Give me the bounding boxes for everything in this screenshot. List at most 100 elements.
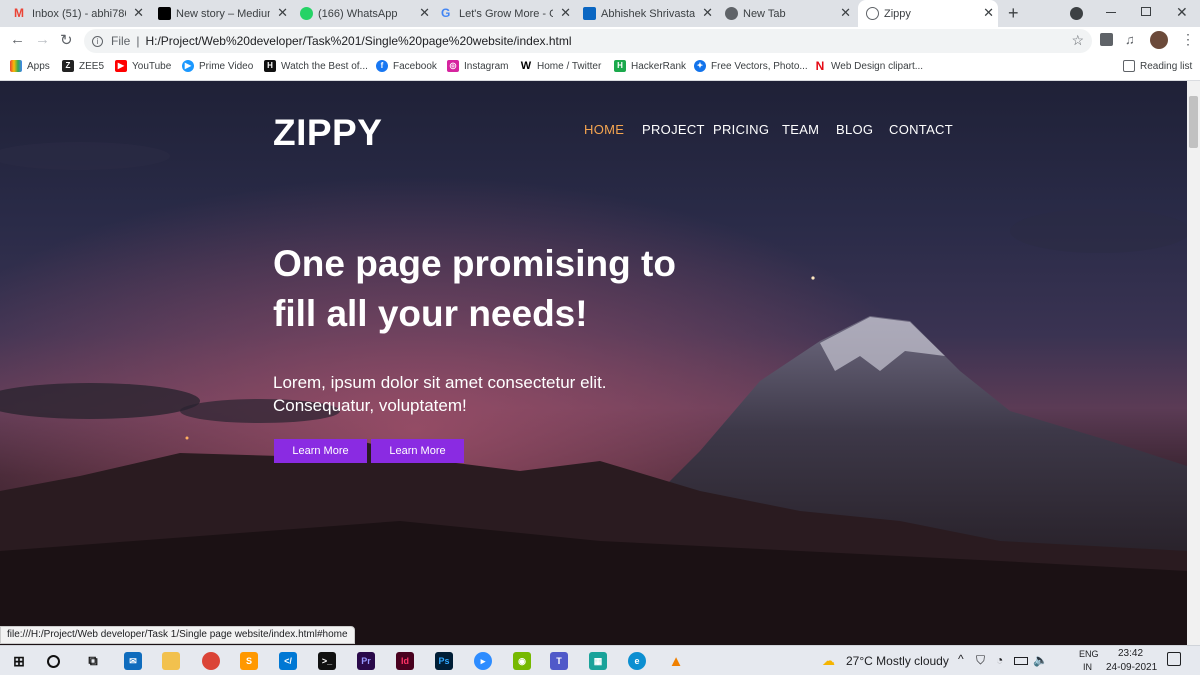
tab-medium[interactable]: New story – Medium ✕ — [158, 0, 292, 27]
bookmark-label: Prime Video — [199, 60, 254, 72]
photoshop-icon[interactable]: Ps — [435, 652, 453, 670]
bookmark-facebook[interactable]: f Facebook — [376, 60, 437, 72]
close-icon[interactable]: ✕ — [419, 5, 430, 21]
language-bottom[interactable]: IN — [1083, 662, 1092, 672]
hero-line-2: fill all your needs! — [273, 293, 588, 334]
whatsapp-icon — [300, 7, 313, 20]
back-icon[interactable]: ← — [10, 31, 25, 48]
nav-home[interactable]: HOME — [584, 122, 624, 137]
tray-app-icon[interactable]: ⛉ — [976, 653, 985, 668]
close-icon[interactable]: ✕ — [560, 5, 571, 21]
chrome-icon — [725, 7, 738, 20]
tab-gmail[interactable]: M Inbox (51) - abhi786.2 ✕ — [14, 0, 148, 27]
menu-icon[interactable]: ⋮ — [1181, 31, 1195, 48]
new-tab-icon[interactable]: + — [1008, 3, 1019, 24]
bookmark-prime-video[interactable]: ▶ Prime Video — [182, 60, 253, 72]
tab-label: New story – Medium — [176, 7, 270, 20]
bookmark-hackerrank[interactable]: H HackerRank — [614, 60, 686, 72]
hero-line-1: One page promising to — [273, 243, 676, 284]
sublime-text-icon[interactable]: S — [240, 652, 258, 670]
bookmark-star-icon[interactable]: ☆ — [1071, 32, 1084, 49]
bookmark-twitter[interactable]: W Home / Twitter — [520, 60, 601, 72]
clock-date[interactable]: 24-09-2021 — [1106, 662, 1157, 673]
window-close-icon[interactable]: ✕ — [1176, 4, 1188, 21]
bookmark-instagram[interactable]: ◎ Instagram — [447, 60, 508, 72]
close-icon[interactable]: ✕ — [702, 5, 713, 21]
bookmark-youtube[interactable]: ▶ YouTube — [115, 60, 171, 72]
tab-label: (166) WhatsApp — [318, 7, 398, 20]
bookmarks-bar: Apps Z ZEE5 ▶ YouTube ▶ Prime Video H Watch … — [0, 55, 1200, 81]
bookmark-watch[interactable]: H Watch the Best of... — [264, 60, 368, 72]
language-top[interactable]: ENG — [1079, 649, 1099, 659]
hero-heading: One page promising to fill all your need… — [273, 239, 733, 339]
nav-project[interactable]: PROJECT — [642, 122, 705, 137]
vlc-icon[interactable]: ▲ — [667, 652, 685, 670]
windows-taskbar: ⊞ ⧉ ✉ S </ >_ Pr Id Ps ▸ ◉ T ▦ e ▲ ☁ 27°… — [0, 645, 1200, 675]
terminal-icon[interactable]: >_ — [318, 652, 336, 670]
tab-letsgrowmore[interactable]: G Let's Grow More - Go ✕ — [441, 0, 575, 27]
tab-linkedin[interactable]: Abhishek Shrivastav | ✕ — [583, 0, 717, 27]
subtitle-line-2: Consequatur, voluptatem! — [273, 396, 467, 415]
reload-icon[interactable]: ↻ — [60, 31, 73, 49]
tab-zippy[interactable]: Zippy ✕ — [858, 0, 998, 27]
close-icon[interactable]: ✕ — [133, 5, 144, 21]
address-bar[interactable]: i File | H:/Project/Web%20developer/Task… — [84, 29, 1092, 53]
tray-chevron-icon[interactable]: ^ — [958, 652, 964, 666]
teams-icon[interactable]: T — [550, 652, 568, 670]
page-scrollbar[interactable] — [1187, 81, 1200, 645]
tab-label: Abhishek Shrivastav | — [601, 7, 695, 20]
file-explorer-icon[interactable] — [162, 652, 180, 670]
zoom-icon[interactable]: ▸ — [474, 652, 492, 670]
forward-icon[interactable]: → — [35, 31, 50, 48]
nvidia-icon[interactable]: ◉ — [513, 652, 531, 670]
vscode-icon[interactable]: </ — [279, 652, 297, 670]
reading-list-icon — [1123, 60, 1135, 72]
minimize-icon[interactable] — [1106, 12, 1116, 13]
volume-icon[interactable]: 🔈 — [1033, 653, 1048, 667]
maximize-icon[interactable] — [1141, 7, 1151, 16]
reading-list[interactable]: Reading list — [1123, 60, 1192, 72]
media-icon[interactable]: ♫ — [1125, 32, 1135, 47]
nav-team[interactable]: TEAM — [782, 122, 819, 137]
nav-contact[interactable]: CONTACT — [889, 122, 953, 137]
calculator-icon[interactable]: ▦ — [589, 652, 607, 670]
extensions-icon[interactable] — [1100, 33, 1113, 46]
indesign-icon[interactable]: Id — [396, 652, 414, 670]
weather-icon[interactable]: ☁ — [822, 653, 835, 669]
wifi-icon[interactable]: ◔ — [996, 653, 1003, 667]
learn-more-button-2[interactable]: Learn More — [371, 439, 464, 463]
scrollbar-thumb[interactable] — [1189, 96, 1198, 148]
nav-pricing[interactable]: PRICING — [713, 122, 769, 137]
link-status-bar: file:///H:/Project/Web developer/Task 1/… — [0, 626, 355, 644]
search-icon[interactable] — [47, 655, 60, 668]
weather-text[interactable]: 27°C Mostly cloudy — [846, 654, 949, 668]
bookmark-apps[interactable]: Apps — [10, 60, 50, 72]
close-icon[interactable]: ✕ — [277, 5, 288, 21]
battery-icon[interactable] — [1014, 657, 1028, 665]
edge-icon[interactable]: e — [628, 652, 646, 670]
facebook-icon: f — [376, 60, 388, 72]
nav-blog[interactable]: BLOG — [836, 122, 873, 137]
tab-new-tab[interactable]: New Tab ✕ — [725, 0, 855, 27]
instagram-icon: ◎ — [447, 60, 459, 72]
bookmark-zee5[interactable]: Z ZEE5 — [62, 60, 104, 72]
learn-more-button-1[interactable]: Learn More — [274, 439, 367, 463]
notification-icon[interactable] — [1167, 652, 1181, 666]
chrome-icon[interactable] — [202, 652, 220, 670]
tab-whatsapp[interactable]: (166) WhatsApp ✕ — [300, 0, 434, 27]
avatar[interactable] — [1150, 31, 1168, 49]
site-logo[interactable]: ZIPPY — [273, 112, 382, 154]
task-view-icon[interactable]: ⧉ — [84, 652, 102, 670]
bookmark-label: Web Design clipart... — [831, 60, 924, 72]
tab-search-icon[interactable] — [1070, 7, 1083, 20]
bookmark-free-vectors[interactable]: ✦ Free Vectors, Photo... — [694, 60, 808, 72]
windows-start-icon[interactable]: ⊞ — [10, 652, 28, 670]
mail-icon[interactable]: ✉ — [124, 652, 142, 670]
close-icon[interactable]: ✕ — [983, 5, 994, 21]
hero-section: ZIPPY HOME PROJECT PRICING TEAM BLOG CON… — [0, 81, 1187, 645]
clock-time[interactable]: 23:42 — [1118, 648, 1143, 659]
premiere-pro-icon[interactable]: Pr — [357, 652, 375, 670]
close-icon[interactable]: ✕ — [840, 5, 851, 21]
tab-label: New Tab — [743, 7, 786, 20]
bookmark-web-design[interactable]: N Web Design clipart... — [814, 60, 923, 72]
